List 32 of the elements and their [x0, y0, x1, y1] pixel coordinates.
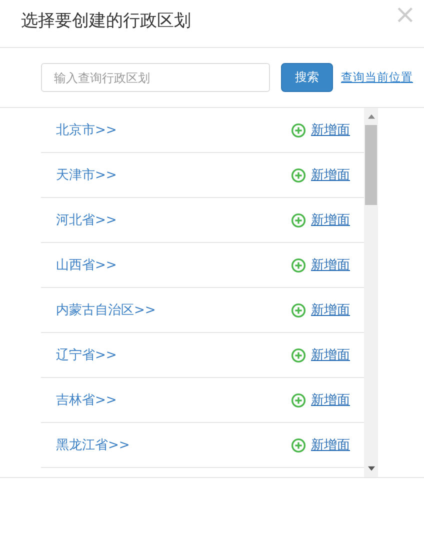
scroll-up-icon[interactable] — [368, 114, 374, 119]
scroll-down-icon[interactable] — [368, 466, 374, 471]
scroll-thumb[interactable] — [365, 125, 377, 205]
region-link[interactable]: 内蒙古自治区>> — [56, 301, 291, 319]
add-area-link[interactable]: 新增面 — [311, 256, 350, 274]
add-icon — [291, 168, 306, 182]
add-area-link[interactable]: 新增面 — [311, 391, 350, 409]
add-icon — [291, 212, 306, 228]
add-icon — [291, 392, 306, 408]
region-link[interactable]: 河北省>> — [56, 211, 291, 229]
search-field[interactable]: 输入查询行政区划 — [41, 63, 270, 92]
add-icon — [291, 258, 306, 272]
dialog-title: 选择要创建的行政区划 — [21, 10, 191, 32]
add-icon — [291, 122, 306, 138]
add-area-link[interactable]: 新增面 — [311, 121, 350, 139]
add-icon — [291, 302, 306, 318]
add-area-link[interactable]: 新增面 — [311, 436, 350, 454]
region-link[interactable]: 天津市>> — [56, 166, 291, 184]
search-button[interactable]: 搜索 — [281, 63, 333, 92]
region-link[interactable]: 辽宁省>> — [56, 346, 291, 364]
add-area-link[interactable]: 新增面 — [311, 211, 350, 229]
add-area-link[interactable]: 新增面 — [311, 301, 350, 319]
locate-link[interactable]: 查询当前位置 — [341, 70, 413, 85]
region-link[interactable]: 山西省>> — [56, 256, 291, 274]
add-area-link[interactable]: 新增面 — [311, 166, 350, 184]
add-icon — [291, 348, 306, 362]
region-link[interactable]: 黑龙江省>> — [56, 436, 291, 454]
region-link[interactable]: 吉林省>> — [56, 391, 291, 409]
add-area-link[interactable]: 新增面 — [311, 346, 350, 364]
region-link[interactable]: 北京市>> — [56, 121, 291, 139]
add-icon — [291, 438, 306, 452]
scrollbar[interactable] — [364, 108, 378, 477]
